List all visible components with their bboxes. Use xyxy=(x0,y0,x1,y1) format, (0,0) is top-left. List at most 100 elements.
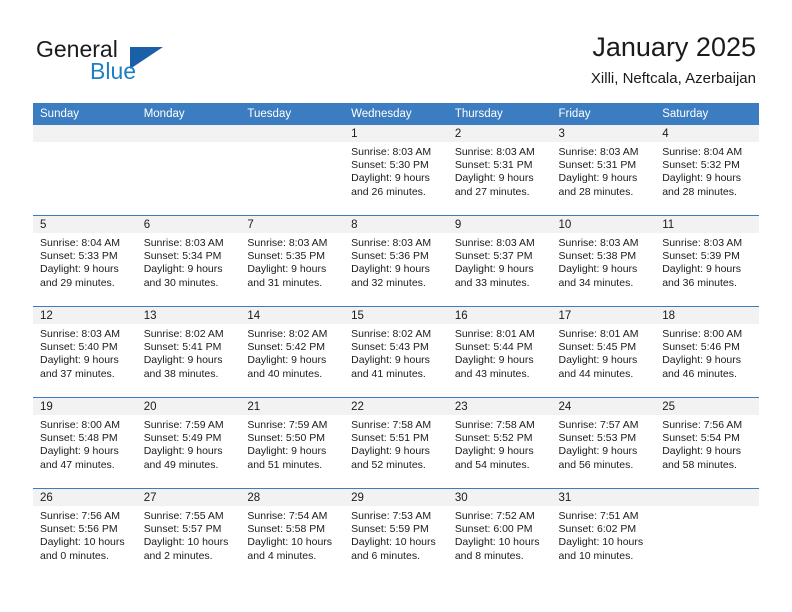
calendar-day-cell[interactable]: 30 Sunrise: 7:52 AM Sunset: 6:00 PM Dayligh… xyxy=(447,488,552,579)
calendar-day-cell[interactable]: 12 Sunrise: 8:03 AM Sunset: 5:40 PM Dayligh… xyxy=(33,306,137,398)
calendar-day-cell[interactable]: 17 Sunrise: 8:01 AM Sunset: 5:45 PM Dayligh… xyxy=(551,306,656,398)
calendar-day-cell[interactable]: 7 Sunrise: 8:03 AM Sunset: 5:35 PM Daylight… xyxy=(240,215,345,307)
day-number: 4 xyxy=(655,125,759,142)
day-number: 25 xyxy=(655,398,759,415)
sunrise-text: Sunrise: 8:03 AM xyxy=(351,237,432,249)
calendar-day-cell[interactable]: 9 Sunrise: 8:03 AM Sunset: 5:37 PM Daylight… xyxy=(447,215,552,307)
sunset-text: Sunset: 5:44 PM xyxy=(454,341,533,354)
daylight-text: Daylight: 10 hours xyxy=(247,536,333,549)
day-number: 5 xyxy=(33,216,137,233)
page-header: General Blue January 2025 Xilli, Neftcal… xyxy=(0,0,792,100)
brand-logo[interactable]: General Blue xyxy=(36,36,256,92)
calendar-day-cell[interactable]: 25 Sunrise: 7:56 AM Sunset: 5:54 PM Dayligh… xyxy=(655,397,759,489)
day-cell-inner: 13 Sunrise: 8:02 AM Sunset: 5:41 PM Dayligh… xyxy=(136,307,241,397)
calendar-day-cell[interactable]: 6 Sunrise: 8:03 AM Sunset: 5:34 PM Daylight… xyxy=(136,215,241,307)
day-cell-inner: 31 Sunrise: 7:51 AM Sunset: 6:02 PM Dayligh… xyxy=(551,489,656,579)
daylight-text: and 31 minutes. xyxy=(247,276,323,289)
day-details: Sunrise: 7:56 AM Sunset: 5:54 PM Daylight:… xyxy=(655,415,759,472)
day-cell-inner: 19 Sunrise: 8:00 AM Sunset: 5:48 PM Dayligh… xyxy=(33,398,137,488)
daylight-text: and 47 minutes. xyxy=(40,458,115,471)
daylight-text: Daylight: 9 hours xyxy=(558,263,638,276)
calendar-day-cell[interactable]: 24 Sunrise: 7:57 AM Sunset: 5:53 PM Dayligh… xyxy=(551,397,656,489)
day-number: 23 xyxy=(447,398,552,415)
day-cell-inner: 11 Sunrise: 8:03 AM Sunset: 5:39 PM Dayligh… xyxy=(655,216,759,306)
daylight-text: and 27 minutes. xyxy=(454,185,530,198)
calendar-day-cell[interactable]: 16 Sunrise: 8:01 AM Sunset: 5:44 PM Dayligh… xyxy=(447,306,552,398)
sunset-text: Sunset: 5:52 PM xyxy=(454,432,533,445)
day-number: 7 xyxy=(240,216,345,233)
daylight-text: and 43 minutes. xyxy=(454,367,530,380)
calendar-day-cell[interactable]: 13 Sunrise: 8:02 AM Sunset: 5:41 PM Dayligh… xyxy=(136,306,241,398)
daylight-text: Daylight: 9 hours xyxy=(247,263,327,276)
calendar-day-cell[interactable]: 19 Sunrise: 8:00 AM Sunset: 5:48 PM Dayligh… xyxy=(33,397,137,489)
day-details: Sunrise: 8:03 AM Sunset: 5:34 PM Daylight:… xyxy=(137,233,241,290)
daylight-text: Daylight: 9 hours xyxy=(40,263,119,276)
sunset-text: Sunset: 5:34 PM xyxy=(143,250,222,263)
day-cell-inner: 3 Sunrise: 8:03 AM Sunset: 5:31 PM Daylight… xyxy=(551,125,656,215)
day-number: 16 xyxy=(447,307,552,324)
calendar-day-cell[interactable]: 28 Sunrise: 7:54 AM Sunset: 5:58 PM Dayligh… xyxy=(240,488,345,579)
calendar-day-cell-empty xyxy=(240,125,345,216)
calendar-day-cell[interactable]: 23 Sunrise: 7:58 AM Sunset: 5:52 PM Dayligh… xyxy=(447,397,552,489)
calendar-day-cell[interactable]: 8 Sunrise: 8:03 AM Sunset: 5:36 PM Daylight… xyxy=(344,215,448,307)
sunrise-text: Sunrise: 7:55 AM xyxy=(143,510,224,522)
sunrise-text: Sunrise: 8:03 AM xyxy=(40,328,120,340)
sunset-text: Sunset: 5:32 PM xyxy=(662,159,740,172)
sunrise-text: Sunrise: 8:03 AM xyxy=(454,146,535,158)
calendar-day-cell[interactable]: 1 Sunrise: 8:03 AM Sunset: 5:30 PM Daylight… xyxy=(344,125,448,216)
sunrise-text: Sunrise: 8:00 AM xyxy=(662,328,743,340)
daylight-text: Daylight: 10 hours xyxy=(40,536,125,549)
day-details: Sunrise: 7:52 AM Sunset: 6:00 PM Daylight:… xyxy=(448,506,552,563)
calendar-day-cell[interactable]: 26 Sunrise: 7:56 AM Sunset: 5:56 PM Dayligh… xyxy=(33,488,137,579)
day-cell-inner xyxy=(240,125,345,215)
calendar-day-cell[interactable]: 29 Sunrise: 7:53 AM Sunset: 5:59 PM Dayligh… xyxy=(344,488,448,579)
sunset-text: Sunset: 5:33 PM xyxy=(40,250,118,263)
day-number xyxy=(136,125,241,142)
daylight-text: and 30 minutes. xyxy=(143,276,219,289)
sunrise-text: Sunrise: 7:56 AM xyxy=(40,510,120,522)
calendar-day-cell[interactable]: 15 Sunrise: 8:02 AM Sunset: 5:43 PM Dayligh… xyxy=(344,306,448,398)
day-details: Sunrise: 8:03 AM Sunset: 5:38 PM Daylight:… xyxy=(552,233,656,290)
day-cell-inner xyxy=(655,489,759,579)
calendar-day-cell[interactable]: 10 Sunrise: 8:03 AM Sunset: 5:38 PM Dayligh… xyxy=(551,215,656,307)
daylight-text: and 32 minutes. xyxy=(351,276,426,289)
day-details: Sunrise: 7:58 AM Sunset: 5:51 PM Daylight:… xyxy=(344,415,448,472)
day-number: 12 xyxy=(33,307,137,324)
calendar-day-cell[interactable]: 27 Sunrise: 7:55 AM Sunset: 5:57 PM Dayligh… xyxy=(136,488,241,579)
calendar-day-cell[interactable]: 21 Sunrise: 7:59 AM Sunset: 5:50 PM Dayligh… xyxy=(240,397,345,489)
day-details: Sunrise: 8:04 AM Sunset: 5:32 PM Daylight:… xyxy=(655,142,759,199)
calendar-day-cell[interactable]: 18 Sunrise: 8:00 AM Sunset: 5:46 PM Dayligh… xyxy=(655,306,759,398)
sunrise-text: Sunrise: 8:02 AM xyxy=(247,328,328,340)
title-block: January 2025 Xilli, Neftcala, Azerbaijan xyxy=(591,30,756,90)
daylight-text: and 37 minutes. xyxy=(40,367,115,380)
calendar-day-cell[interactable]: 11 Sunrise: 8:03 AM Sunset: 5:39 PM Dayligh… xyxy=(655,215,759,307)
calendar-day-cell[interactable]: 20 Sunrise: 7:59 AM Sunset: 5:49 PM Dayligh… xyxy=(136,397,241,489)
weekday-header-saturday: Saturday xyxy=(655,103,759,125)
day-details xyxy=(655,506,759,510)
daylight-text: and 51 minutes. xyxy=(247,458,323,471)
day-cell-inner: 15 Sunrise: 8:02 AM Sunset: 5:43 PM Dayligh… xyxy=(344,307,448,397)
sunset-text: Sunset: 5:40 PM xyxy=(40,341,118,354)
day-number xyxy=(33,125,137,142)
calendar-page: General Blue January 2025 Xilli, Neftcal… xyxy=(0,0,792,612)
calendar-day-cell[interactable]: 14 Sunrise: 8:02 AM Sunset: 5:42 PM Dayligh… xyxy=(240,306,345,398)
daylight-text: Daylight: 10 hours xyxy=(454,536,540,549)
day-number: 28 xyxy=(240,489,345,506)
daylight-text: Daylight: 9 hours xyxy=(662,172,742,185)
calendar-day-cell[interactable]: 2 Sunrise: 8:03 AM Sunset: 5:31 PM Daylight… xyxy=(447,125,552,216)
calendar-day-cell[interactable]: 3 Sunrise: 8:03 AM Sunset: 5:31 PM Daylight… xyxy=(551,125,656,216)
day-number: 31 xyxy=(551,489,656,506)
calendar-day-cell[interactable]: 5 Sunrise: 8:04 AM Sunset: 5:33 PM Daylight… xyxy=(33,215,137,307)
daylight-text: Daylight: 9 hours xyxy=(351,263,430,276)
daylight-text: and 0 minutes. xyxy=(40,549,109,562)
day-number: 27 xyxy=(136,489,241,506)
calendar-day-cell[interactable]: 4 Sunrise: 8:04 AM Sunset: 5:32 PM Daylight… xyxy=(655,125,759,216)
daylight-text: Daylight: 10 hours xyxy=(351,536,436,549)
sunset-text: Sunset: 5:30 PM xyxy=(351,159,429,172)
calendar-day-cell[interactable]: 31 Sunrise: 7:51 AM Sunset: 6:02 PM Dayligh… xyxy=(551,488,656,579)
day-details: Sunrise: 8:03 AM Sunset: 5:31 PM Daylight:… xyxy=(448,142,552,199)
calendar-day-cell[interactable]: 22 Sunrise: 7:58 AM Sunset: 5:51 PM Dayligh… xyxy=(344,397,448,489)
day-cell-inner: 17 Sunrise: 8:01 AM Sunset: 5:45 PM Dayligh… xyxy=(551,307,656,397)
daylight-text: Daylight: 10 hours xyxy=(558,536,644,549)
daylight-text: Daylight: 9 hours xyxy=(40,354,119,367)
